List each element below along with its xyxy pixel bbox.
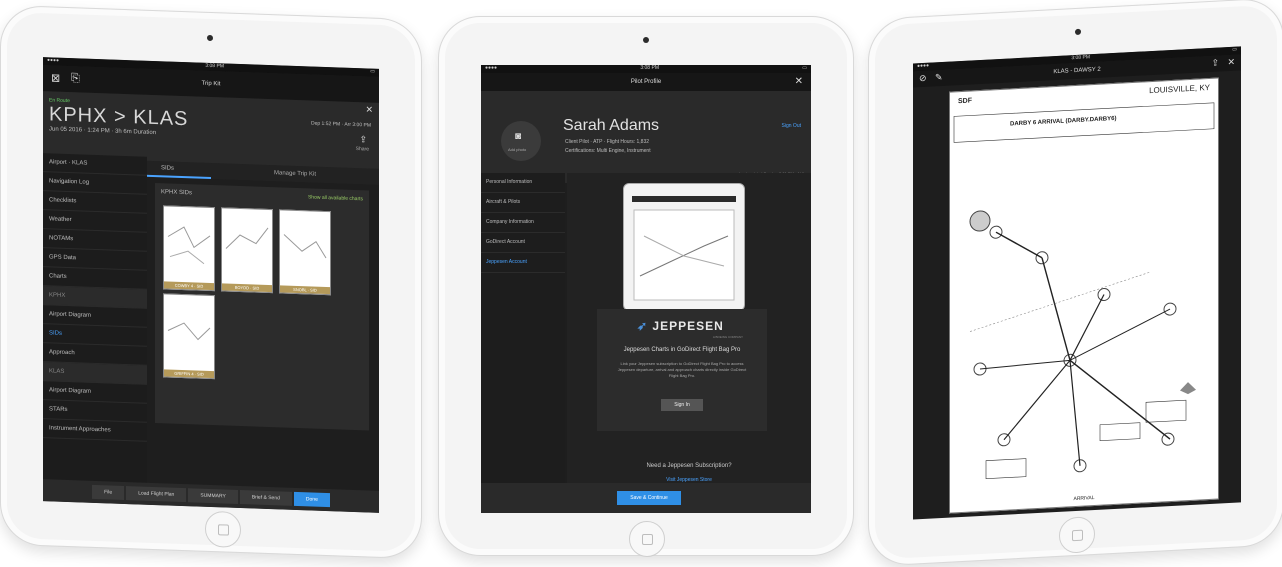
menu-company-information[interactable]: Company Information [481,213,565,233]
chart-caption: COWBY 4 · SID [164,281,214,291]
top-bar: Pilot Profile ✕ [481,73,811,91]
share-label: Share [355,146,369,153]
chart-sketch-icon [225,227,269,249]
camera-dot [207,34,213,42]
need-subscription-text: Need a Jeppesen Subscription? [646,463,732,469]
share-icon[interactable]: ⇪ [1211,58,1219,69]
trip-kit-sidebar: Airport · KLAS Navigation Log Checklists… [43,153,147,483]
pencil-icon[interactable]: ✎ [935,72,943,83]
chart-caption: BOYDD · SID [222,283,272,293]
menu-godirect-account[interactable]: GoDirect Account [481,233,565,253]
battery-icon: ▭ [370,68,375,75]
preview-chart-icon [633,209,735,301]
file-button[interactable]: File [92,484,125,500]
card-body: Link your Jeppesen subscription to GoDir… [617,361,747,378]
compass-icon[interactable]: ⊘ [919,73,927,84]
jeppesen-account-panel: ➶ JEPPESEN A BOEING COMPANY Jeppesen Cha… [567,173,811,483]
chart-thumb[interactable]: BOYDD · SID [221,207,273,294]
menu-personal-information[interactable]: Personal Information [481,173,565,193]
preview-header-bar [632,196,736,202]
pilot-subline-2: Certifications: Multi Engine, Instrument [565,148,651,154]
pilot-subline-1: Client Pilot · ATP · Flight Hours: 1,832 [565,139,650,145]
home-button[interactable] [1059,516,1095,554]
screen-title: Pilot Profile [630,79,662,85]
done-button[interactable]: Done [293,491,330,508]
chart-map-drawing [953,102,1215,480]
approach-chart[interactable]: SDF LOUISVILLE, KY DARBY 6 ARRIVAL (DARB… [949,77,1219,514]
sign-in-button[interactable]: Sign In [661,399,703,411]
screen-title: Trip Kit [201,80,221,88]
tablet-right: ●●●● 3:08 PM ▭ ⊘ ✎ KLAS - DAWSY 2 ⇪ ✕ SD… [868,0,1282,567]
camera-icon: ◙ [515,131,522,142]
avatar[interactable]: ◙ Add photo [501,121,541,161]
close-icon[interactable]: ✕ [365,104,373,115]
save-continue-button[interactable]: Save & Continue [617,491,681,505]
tablet-middle: ●●●● 3:08 PM ▭ Pilot Profile ✕ ◙ Add pho… [438,16,854,557]
summary-button[interactable]: SUMMARY [188,488,238,504]
close-icon[interactable]: ✕ [795,76,803,87]
brief-send-button[interactable]: Brief & Send [239,490,292,506]
chart-sketch-icon [167,322,211,341]
add-photo-label: Add photo [508,147,527,152]
menu-aircraft-pilots[interactable]: Aircraft & Pilots [481,193,565,213]
profile-footer: Save & Continue [481,483,811,513]
home-button[interactable] [205,510,241,549]
status-time: 3:08 PM [640,65,659,71]
chart-sketch-icon [283,234,327,259]
charts-subheading: KPHX SIDs [161,189,193,197]
jeppesen-logo: ➶ JEPPESEN [637,319,724,333]
status-bar: ●●●● 3:08 PM ▭ [481,65,811,73]
chart-airport: SDF [958,97,972,106]
chart-thumb[interactable]: COWBY 4 · SID [163,205,215,292]
profile-header: ◙ Add photo Sarah Adams Client Pilot · A… [481,91,811,183]
chart-thumb[interactable]: SNOBL · SID [279,209,331,296]
chart-viewer-screen: ●●●● 3:08 PM ▭ ⊘ ✎ KLAS - DAWSY 2 ⇪ ✕ SD… [913,46,1241,520]
tablet-left: ●●●● 3:08 PM ▭ ⊠ ⎘ Trip Kit En Route KPH… [0,4,422,560]
pilot-profile-screen: ●●●● 3:08 PM ▭ Pilot Profile ✕ ◙ Add pho… [481,65,811,513]
brand-subline: A BOEING COMPANY [712,335,743,339]
screen-title: KLAS - DAWSY 2 [1053,66,1101,76]
brand-name: JEPPESEN [652,319,724,333]
card-title: Jeppesen Charts in GoDirect Flight Bag P… [623,347,741,353]
jeppesen-card: ➶ JEPPESEN A BOEING COMPANY Jeppesen Cha… [597,309,767,431]
chart-city: LOUISVILLE, KY [1149,82,1210,96]
share-icon[interactable]: ⇪ [359,134,367,145]
camera-dot [643,37,649,43]
chart-caption: GRIFFIN 4 · SID [164,369,214,379]
sign-out-link[interactable]: Sign Out [782,123,801,129]
tablet-preview-image [623,183,745,311]
profile-menu: Personal Information Aircraft & Pilots C… [481,173,565,483]
bottom-toolbar: File Load Flight Plan SUMMARY Brief & Se… [43,479,379,513]
signal-icon: ●●●● [485,65,498,71]
menu-jeppesen-account[interactable]: Jeppesen Account [481,253,565,273]
trip-kit-screen: ●●●● 3:08 PM ▭ ⊠ ⎘ Trip Kit En Route KPH… [43,57,379,513]
calendar-icon[interactable]: ⊠ [51,71,60,84]
show-all-charts-link[interactable]: Show all available charts [308,194,363,202]
chart-sketch-icon [167,226,211,265]
chart-thumb[interactable]: GRIFFIN 4 · SID [163,293,215,380]
camera-dot [1075,28,1081,36]
load-flight-plan-button[interactable]: Load Flight Plan [126,486,187,503]
chart-footer: ARRIVAL [1073,495,1095,503]
charts-heading: SIDs [161,165,175,172]
battery-icon: ▭ [802,65,807,71]
charts-panel: SIDs KPHX SIDs Show all available charts… [155,165,369,431]
chart-caption: SNOBL · SID [280,285,330,295]
close-icon[interactable]: ✕ [1227,57,1235,68]
jeppesen-swoosh-icon: ➶ [637,319,649,333]
document-icon[interactable]: ⎘ [71,72,80,85]
home-button[interactable] [629,521,665,557]
sidebar-item-approaches[interactable]: Instrument Approaches [43,419,147,442]
pilot-name: Sarah Adams [563,117,660,134]
